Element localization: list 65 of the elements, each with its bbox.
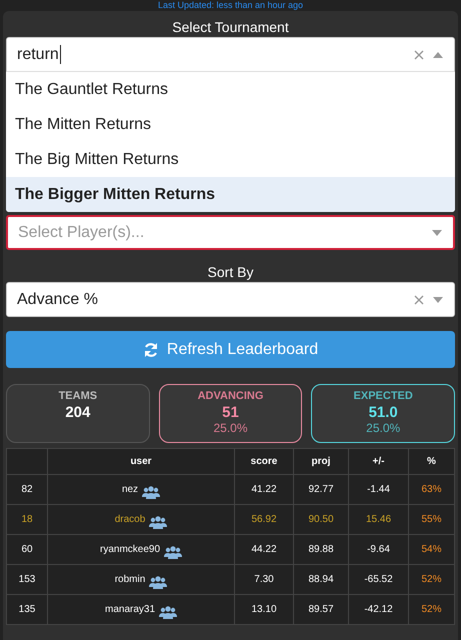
proj-text: 89.57: [308, 604, 334, 615]
user-name: manaray31: [104, 604, 156, 615]
diff-text: -42.12: [364, 604, 393, 615]
stat-label: ADVANCING: [196, 390, 264, 402]
sort-value: Advance %: [17, 290, 98, 308]
percent-text: 63%: [421, 484, 442, 495]
column-header: score: [250, 456, 278, 467]
score-text: 13.10: [251, 604, 277, 615]
user-name: robmin: [114, 574, 146, 585]
score-text: 41.22: [251, 484, 277, 495]
column-header: %: [427, 456, 436, 467]
rank-text: 153: [18, 574, 36, 585]
caret-icon[interactable]: [432, 296, 444, 304]
stat-label: EXPECTED: [352, 390, 414, 402]
dropdown-option[interactable]: The Mitten Returns: [6, 107, 455, 142]
score-text: 44.22: [251, 544, 277, 555]
proj-text: 90.50: [308, 514, 334, 525]
group-icon: [149, 516, 168, 529]
proj-text: 88.94: [308, 574, 334, 585]
percent-text: 52%: [421, 574, 442, 585]
field-label: Select Tournament: [171, 19, 290, 35]
stat-percent: 25.0%: [212, 421, 249, 435]
column-header: proj: [312, 456, 330, 467]
stat-label: TEAMS: [58, 390, 98, 402]
percent-text: 54%: [421, 544, 442, 555]
caret-icon[interactable]: [431, 228, 443, 236]
refresh-icon: [142, 342, 159, 358]
dropdown-option[interactable]: The Gauntlet Returns: [6, 72, 455, 107]
diff-text: -1.44: [367, 484, 390, 495]
percent-text: 55%: [421, 514, 442, 525]
score-text: 7.30: [254, 574, 274, 585]
caret-icon[interactable]: [432, 50, 444, 58]
dropdown-option[interactable]: The Big Mitten Returns: [6, 142, 455, 177]
rank-text: 18: [21, 514, 33, 525]
group-icon: [164, 546, 182, 559]
stat-value: 51.0: [368, 404, 399, 421]
stat-value: 51: [221, 404, 240, 421]
field-label: Sort By: [206, 264, 254, 280]
placeholder-text: Select Player(s)...: [18, 224, 146, 242]
percent-text: 52%: [421, 604, 442, 615]
tournament-select[interactable]: return: [6, 37, 455, 72]
search-text: return: [17, 46, 59, 64]
proj-text: 89.88: [308, 544, 334, 555]
column-header: +/-: [372, 456, 384, 467]
rank-text: 135: [18, 604, 36, 615]
group-icon: [159, 606, 178, 619]
user-name: dracob: [114, 514, 146, 525]
score-text: 56.92: [251, 514, 277, 525]
group-icon: [149, 576, 168, 589]
clear-icon[interactable]: [414, 294, 424, 304]
stat-value: 204: [64, 404, 92, 421]
proj-text: 92.77: [308, 484, 334, 495]
group-icon: [142, 486, 160, 499]
dropdown-option[interactable]: The Bigger Mitten Returns: [6, 177, 455, 212]
user-name: nez: [122, 484, 138, 495]
rank-text: 60: [21, 544, 33, 555]
diff-text: 15.46: [366, 514, 392, 525]
diff-text: -65.52: [364, 574, 393, 585]
column-header: user: [130, 456, 152, 467]
clear-icon[interactable]: [414, 50, 424, 60]
last-updated-text: Last Updated: less than an hour ago: [156, 0, 304, 11]
rank-text: 82: [21, 484, 33, 495]
user-name: ryanmckee90: [100, 544, 160, 555]
stat-percent: 25.0%: [365, 421, 402, 435]
diff-text: -9.64: [367, 544, 390, 555]
